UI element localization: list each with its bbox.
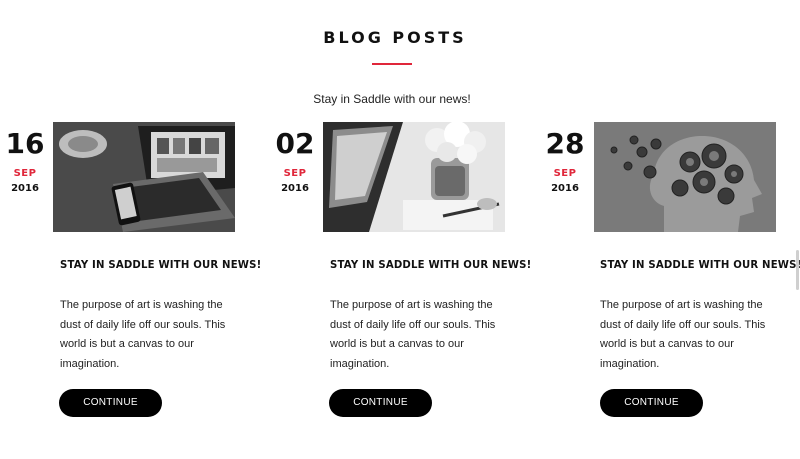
post-month: SEP: [13, 168, 37, 179]
post-date: 02 SEP 2016: [273, 127, 317, 195]
post-excerpt: The purpose of art is washing the dust o…: [60, 299, 226, 370]
post-day: 28: [545, 127, 585, 160]
post-year: 2016: [281, 183, 309, 194]
post-thumbnail-laptop[interactable]: [53, 122, 235, 232]
post-title[interactable]: STAY IN SADDLE WITH OUR NEWS!: [600, 258, 800, 271]
post-excerpt: The purpose of art is washing the dust o…: [600, 299, 766, 370]
continue-button[interactable]: CONTINUE: [59, 389, 162, 417]
post-excerpt: The purpose of art is washing the dust o…: [330, 299, 496, 370]
post-thumbnail-gears[interactable]: [594, 122, 776, 232]
post-year: 2016: [11, 183, 39, 194]
post-date: 28 SEP 2016: [543, 127, 587, 195]
blog-post-card: 16 SEP 2016 STAY IN SADDLE WITH OUR NEWS…: [0, 0, 261, 459]
post-date: 16 SEP 2016: [3, 127, 47, 195]
scrollbar-thumb[interactable]: [796, 250, 799, 290]
continue-button[interactable]: CONTINUE: [329, 389, 432, 417]
post-year: 2016: [551, 183, 579, 194]
blog-post-card: 28 SEP 2016 STAY IN SADDLE WITH OUR NEWS…: [540, 0, 800, 459]
post-month: SEP: [283, 168, 307, 179]
post-day: 02: [275, 127, 315, 160]
blog-post-card: 02 SEP 2016 STAY IN SADDLE WITH OUR NEWS…: [270, 0, 531, 459]
post-day: 16: [5, 127, 45, 160]
continue-button[interactable]: CONTINUE: [600, 389, 703, 417]
post-thumbnail-desk[interactable]: [323, 122, 505, 232]
post-title[interactable]: STAY IN SADDLE WITH OUR NEWS!: [60, 258, 261, 271]
post-month: SEP: [553, 168, 577, 179]
post-title[interactable]: STAY IN SADDLE WITH OUR NEWS!: [330, 258, 531, 271]
